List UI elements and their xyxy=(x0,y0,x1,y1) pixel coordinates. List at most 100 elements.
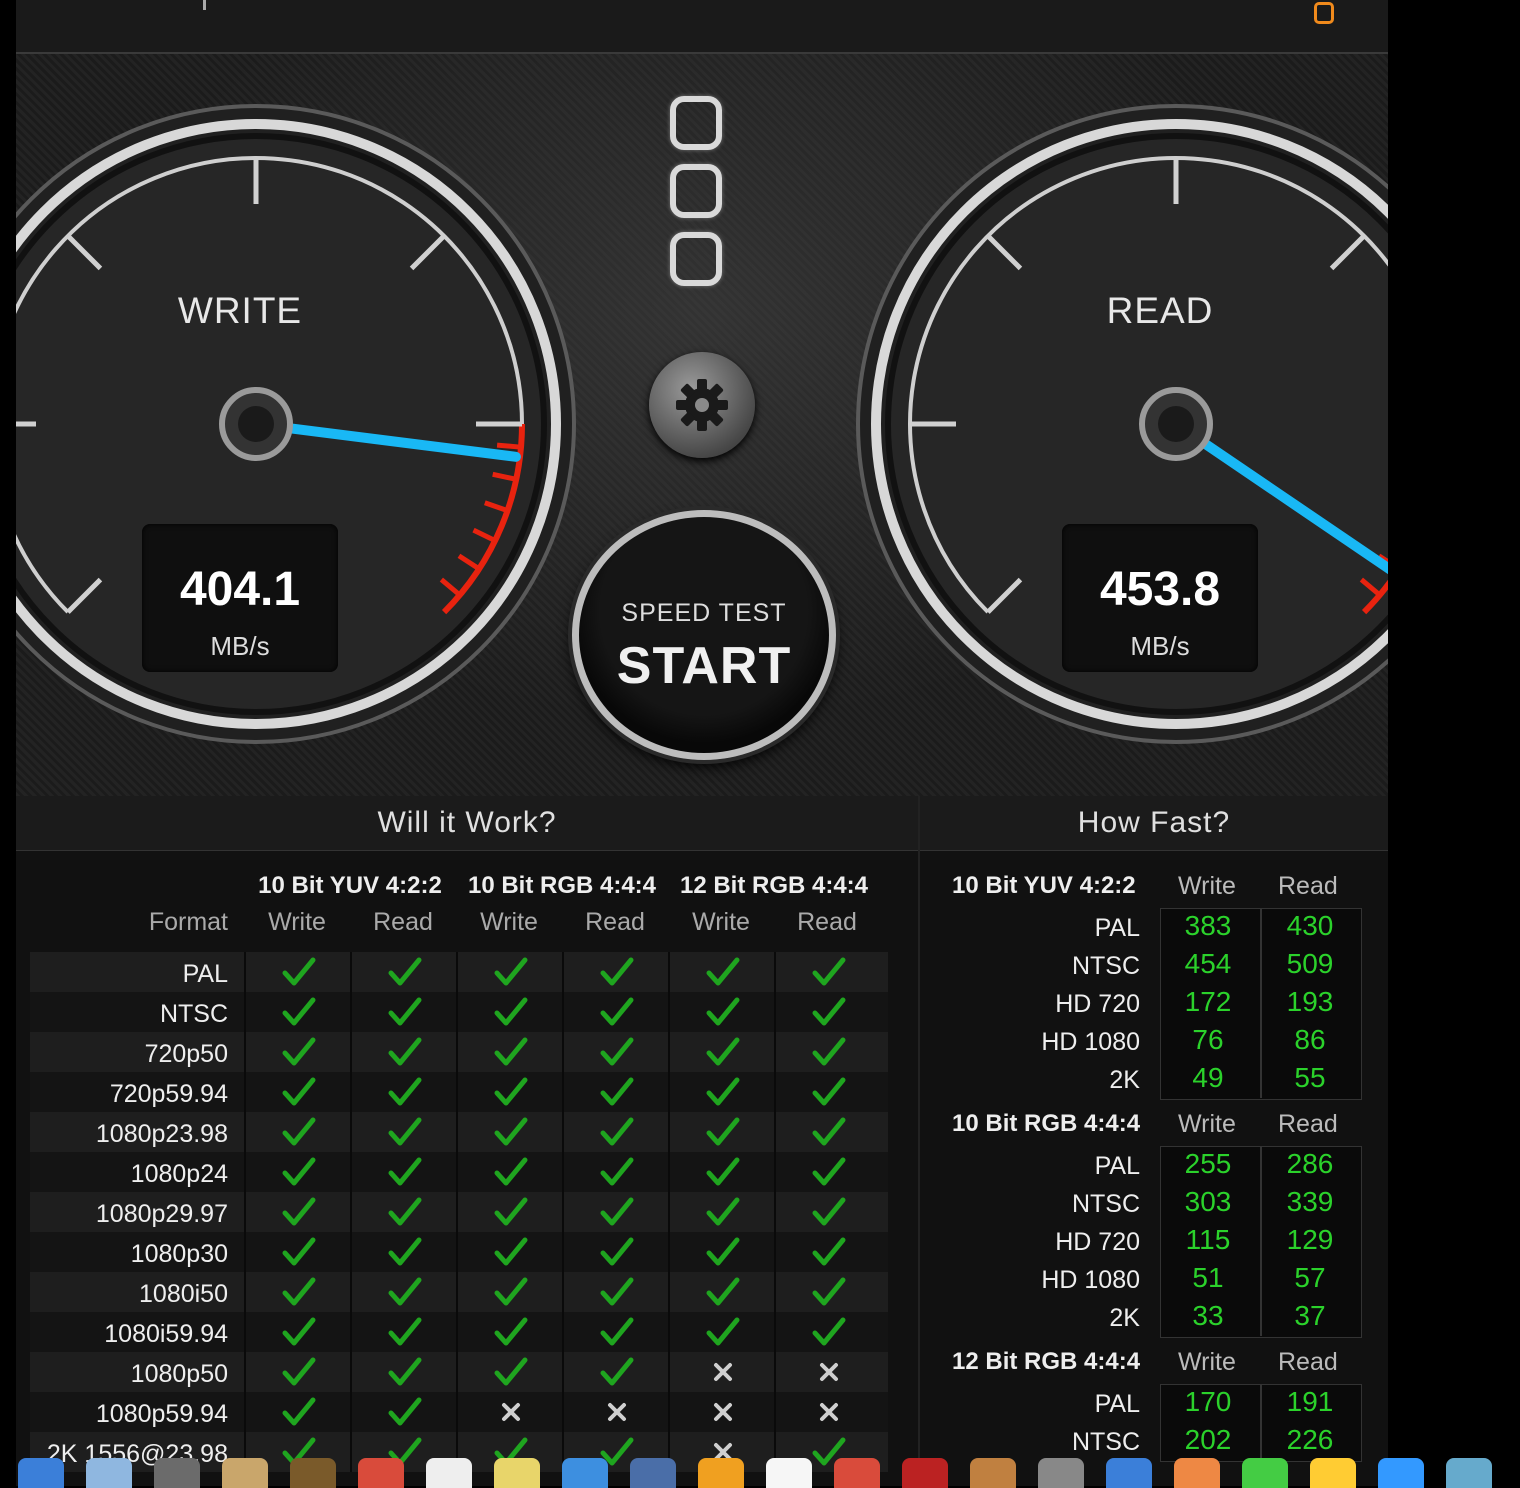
dock-app-icon[interactable] xyxy=(86,1458,132,1488)
write-read-column-header: Read xyxy=(585,908,645,936)
dock-app-icon[interactable] xyxy=(1038,1458,1084,1488)
dock-app-icon[interactable] xyxy=(834,1458,880,1488)
dock-app-icon[interactable] xyxy=(1106,1458,1152,1488)
write-readout: 404.1 MB/s xyxy=(142,524,338,672)
dock-app-icon[interactable] xyxy=(698,1458,744,1488)
check-icon xyxy=(456,1192,562,1232)
will-it-work-table: PAL NTSC 720p50 720p59.94 1080p23.98 1080p24 1… xyxy=(30,952,888,1472)
dock-app-icon[interactable] xyxy=(358,1458,404,1488)
read-fps-value: 430 xyxy=(1286,910,1334,941)
status-light-3 xyxy=(670,232,722,286)
check-icon xyxy=(244,1192,350,1232)
format-group-header: 10 Bit RGB 4:4:4 xyxy=(467,872,657,899)
check-icon xyxy=(244,1312,350,1352)
table-row: 1080p29.97 xyxy=(30,1192,888,1232)
check-icon xyxy=(774,1152,880,1192)
check-icon xyxy=(350,1152,456,1192)
check-icon xyxy=(350,1192,456,1232)
table-row: 720p50 xyxy=(30,1032,888,1072)
check-icon xyxy=(774,1192,880,1232)
speed-group-title: 10 Bit YUV 4:2:2 xyxy=(952,872,1136,899)
format-group-header: 10 Bit YUV 4:2:2 xyxy=(258,872,442,899)
dock-app-icon[interactable] xyxy=(494,1458,540,1488)
dock-app-icon[interactable] xyxy=(154,1458,200,1488)
dock-app-icon[interactable] xyxy=(562,1458,608,1488)
read-fps-value: 339 xyxy=(1286,1186,1334,1217)
cross-icon xyxy=(456,1392,562,1432)
write-fps-value: 172 xyxy=(1184,986,1232,1017)
check-icon xyxy=(774,1232,880,1272)
check-icon xyxy=(774,1312,880,1352)
dock-app-icon[interactable] xyxy=(1446,1458,1492,1488)
read-fps-value: 509 xyxy=(1286,948,1334,979)
check-icon xyxy=(350,952,456,992)
write-speed-unit: MB/s xyxy=(210,631,270,661)
table-row: 1080p50 xyxy=(30,1352,888,1392)
results-panel: Will it Work? How Fast? 10 Bit YUV 4:2:2… xyxy=(16,796,1388,1486)
write-column-header: Write xyxy=(1178,1110,1236,1138)
speed-group-title: 12 Bit RGB 4:4:4 xyxy=(952,1348,1141,1375)
speed-group-title: 10 Bit RGB 4:4:4 xyxy=(952,1110,1141,1137)
write-column-header: Write xyxy=(1178,872,1236,900)
write-column-header: Write xyxy=(1178,1348,1236,1376)
dock-app-icon[interactable] xyxy=(1378,1458,1424,1488)
resolution-label: HD 720 xyxy=(1055,990,1140,1018)
check-icon xyxy=(562,1232,668,1272)
dock-app-icon[interactable] xyxy=(1174,1458,1220,1488)
check-icon xyxy=(774,952,880,992)
status-light-2 xyxy=(670,164,722,218)
resolution-label: 2K xyxy=(1109,1304,1140,1332)
check-icon xyxy=(774,1272,880,1312)
check-icon xyxy=(456,952,562,992)
resolution-label: PAL xyxy=(1094,1152,1140,1180)
table-row: 1080i59.94 xyxy=(30,1312,888,1352)
table-row: 1080p24 xyxy=(30,1152,888,1192)
resolution-label: HD 720 xyxy=(1055,1228,1140,1256)
dock-app-icon[interactable] xyxy=(18,1458,64,1488)
title-bar-fragment xyxy=(203,0,206,10)
dock-app-icon[interactable] xyxy=(970,1458,1016,1488)
table-row: 1080p23.98 xyxy=(30,1112,888,1152)
check-icon xyxy=(668,1192,774,1232)
format-label: 1080i50 xyxy=(139,1280,228,1308)
write-gauge-title: WRITE xyxy=(177,290,303,331)
table-row: NTSC xyxy=(30,992,888,1032)
dock-app-icon[interactable] xyxy=(290,1458,336,1488)
check-icon xyxy=(350,1352,456,1392)
check-icon xyxy=(562,1352,668,1392)
check-icon xyxy=(456,1032,562,1072)
write-gauge: WRITE 404.1 MB/s xyxy=(16,88,576,758)
write-fps-value: 170 xyxy=(1184,1386,1232,1417)
write-fps-value: 303 xyxy=(1184,1186,1232,1217)
read-fps-value: 193 xyxy=(1286,986,1334,1017)
check-icon xyxy=(244,1152,350,1192)
gear-icon xyxy=(676,379,728,431)
dock-app-icon[interactable] xyxy=(222,1458,268,1488)
start-button-label: START xyxy=(616,637,792,695)
check-icon xyxy=(456,1072,562,1112)
dock-app-icon[interactable] xyxy=(426,1458,472,1488)
cross-icon xyxy=(562,1392,668,1432)
read-readout: 453.8 MB/s xyxy=(1062,524,1258,672)
dock-app-icon[interactable] xyxy=(630,1458,676,1488)
check-icon xyxy=(774,1112,880,1152)
write-read-column-header: Write xyxy=(480,908,538,936)
check-icon xyxy=(562,952,668,992)
resolution-label: HD 1080 xyxy=(1041,1266,1140,1294)
settings-button[interactable] xyxy=(649,352,755,458)
dock-app-icon[interactable] xyxy=(1242,1458,1288,1488)
dock-app-icon[interactable] xyxy=(1310,1458,1356,1488)
cross-icon xyxy=(668,1352,774,1392)
check-icon xyxy=(350,1032,456,1072)
how-fast-header: How Fast? xyxy=(920,796,1388,851)
check-icon xyxy=(562,992,668,1032)
speed-test-start-button[interactable]: SPEED TEST START xyxy=(572,510,836,760)
check-icon xyxy=(244,1272,350,1312)
dock-app-icon[interactable] xyxy=(902,1458,948,1488)
check-icon xyxy=(562,1192,668,1232)
dock-app-icon[interactable] xyxy=(766,1458,812,1488)
check-icon xyxy=(562,1312,668,1352)
check-icon xyxy=(456,1352,562,1392)
check-icon xyxy=(562,1072,668,1112)
window-control-icon[interactable] xyxy=(1314,2,1334,24)
